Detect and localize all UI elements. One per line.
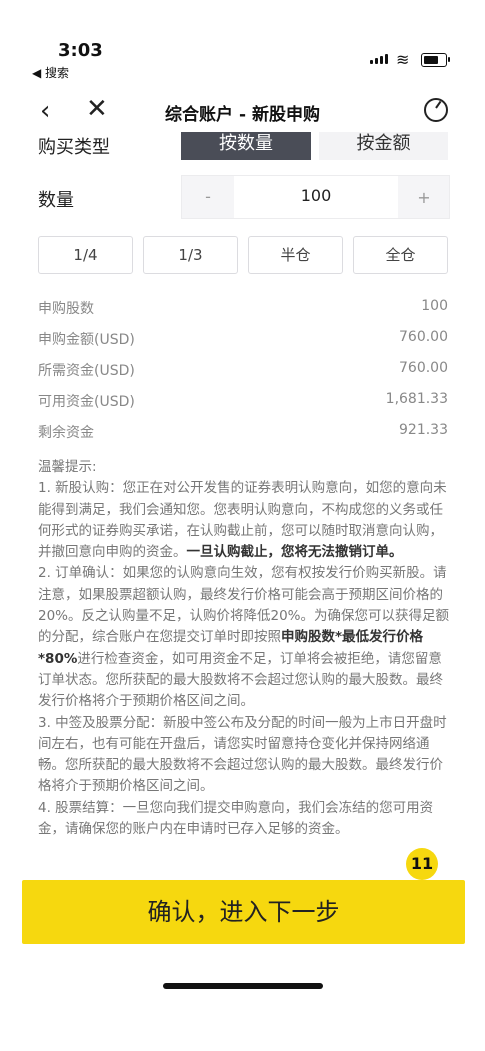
summary-label: 申购金额(USD) [38, 332, 135, 348]
position-fraction-buttons: 1/4 1/3 半仓 全仓 [38, 236, 448, 274]
summary-label: 所需资金(USD) [38, 363, 135, 379]
notice-section: 温馨提示: 1. 新股认购：您正在对公开发售的证券表明认购意向，如您的意向未能得… [38, 457, 450, 840]
back-to-search-link[interactable]: ◀ 搜索 [32, 64, 69, 81]
signal-icon [370, 54, 388, 64]
summary-value: 760.00 [399, 360, 448, 376]
notice-item-2: 2. 订单确认：如果您的认购意向生效，您有权按发行价购买新股。请注意，如果股票超… [38, 565, 450, 710]
purchase-type-label: 购买类型 [38, 137, 110, 158]
quantity-label: 数量 [38, 190, 74, 211]
page-title: 综合账户 - 新股申购 [165, 105, 320, 125]
notice-title: 温馨提示: [38, 459, 97, 475]
fraction-full-button[interactable]: 全仓 [353, 236, 448, 274]
summary-row: 可用资金(USD) 1,681.33 [38, 391, 448, 411]
summary-label: 申购股数 [38, 301, 94, 317]
battery-icon [421, 53, 450, 67]
step-badge: 11 [406, 848, 438, 880]
tab-by-quantity[interactable]: 按数量 [181, 132, 311, 160]
home-indicator [163, 983, 323, 989]
decrease-button[interactable]: - [182, 176, 234, 218]
notice-item-3: 3. 中签及股票分配：新股中签公布及分配的时间一般为上市日开盘时间左右，也有可能… [38, 714, 447, 795]
summary-row: 申购金额(USD) 760.00 [38, 329, 448, 349]
status-time: 3:03 [58, 40, 103, 61]
summary-label: 剩余资金 [38, 425, 94, 441]
increase-button[interactable]: + [399, 176, 449, 218]
nav-bar: ‹ ✕ 综合账户 - 新股申购 [0, 88, 485, 132]
fraction-third-button[interactable]: 1/3 [143, 236, 238, 274]
tab-by-amount[interactable]: 按金额 [319, 132, 448, 160]
summary-label: 可用资金(USD) [38, 394, 135, 410]
confirm-next-button[interactable]: 确认，进入下一步 [22, 880, 465, 944]
summary-value: 921.33 [399, 422, 448, 438]
summary-value: 100 [421, 298, 448, 314]
refresh-icon[interactable] [424, 98, 448, 122]
summary-row: 所需资金(USD) 760.00 [38, 360, 448, 380]
notice-item-4: 4. 股票结算：一旦您向我们提交申购意向，我们会冻结的您可用资金，请确保您的账户… [38, 799, 434, 838]
summary-row: 申购股数 100 [38, 298, 448, 318]
fraction-half-button[interactable]: 半仓 [248, 236, 343, 274]
quantity-stepper: - 100 + [181, 175, 450, 219]
summary-row: 剩余资金 921.33 [38, 422, 448, 442]
fraction-quarter-button[interactable]: 1/4 [38, 236, 133, 274]
summary-value: 1,681.33 [385, 391, 448, 407]
notice-item-1: 1. 新股认购：您正在对公开发售的证券表明认购意向，如您的意向未能得到满足，我们… [38, 480, 447, 561]
quantity-input[interactable]: 100 [234, 176, 398, 218]
status-bar: 3:03 ◀ 搜索 ≋ [0, 0, 485, 85]
summary-value: 760.00 [399, 329, 448, 345]
wifi-icon: ≋ [396, 50, 410, 69]
